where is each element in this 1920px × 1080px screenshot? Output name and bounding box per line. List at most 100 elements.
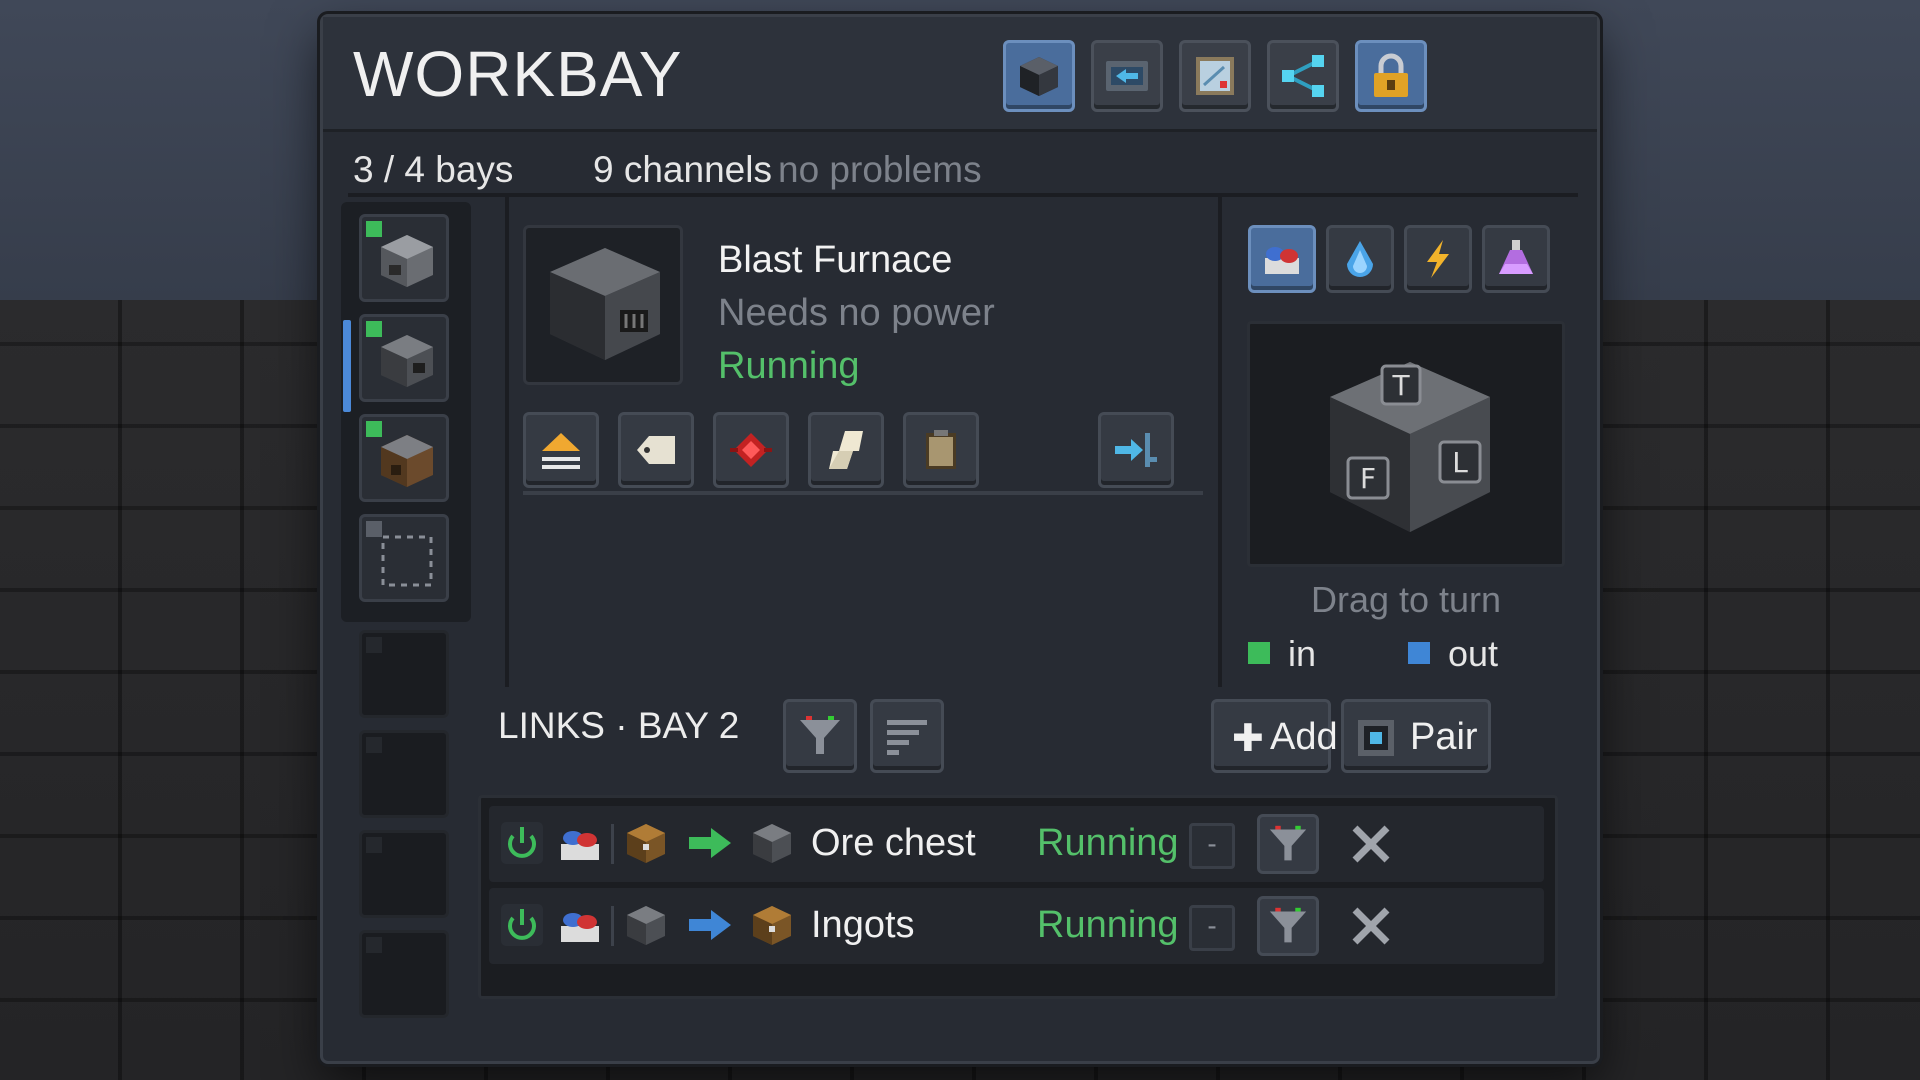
- clipboard-icon: [926, 430, 956, 469]
- legend-out-label: out: [1448, 633, 1499, 674]
- block-icon: [1020, 57, 1058, 96]
- machine-preview: [523, 225, 683, 385]
- link-row-2[interactable]: Ingots Running -: [489, 888, 1544, 964]
- items-icon: [561, 831, 599, 860]
- bay-slot-3[interactable]: [359, 414, 449, 502]
- power-icon[interactable]: [499, 902, 545, 948]
- face-label-left: L: [1452, 446, 1468, 479]
- export-button[interactable]: [1098, 412, 1174, 488]
- link-filter-button[interactable]: [1257, 896, 1319, 956]
- drag-hint: Drag to turn: [1310, 579, 1502, 620]
- bay-slot-6-locked: [359, 730, 449, 818]
- pair-icon: [1358, 720, 1394, 756]
- eject-icon: [542, 433, 580, 469]
- filter-icon: [1269, 825, 1307, 861]
- link-status: Running: [1037, 822, 1179, 864]
- header-divider: [348, 193, 1578, 197]
- label-icon: [637, 436, 675, 464]
- empty-slot-icon: [381, 535, 433, 587]
- export-icon: [1115, 433, 1157, 467]
- redstone-icon: [730, 433, 772, 467]
- lock-icon: [1374, 53, 1408, 97]
- items-tab[interactable]: [1248, 225, 1316, 293]
- blast-furnace-icon: [381, 335, 433, 387]
- blast-furnace-icon: [627, 906, 665, 945]
- selected-bay-indicator: [343, 320, 351, 412]
- links-title: LINKS · BAY 2: [498, 705, 740, 746]
- link-status: Running: [1037, 904, 1179, 946]
- plus-icon: ✚: [1232, 718, 1264, 760]
- machine-name: Blast Furnace: [718, 239, 953, 281]
- paper-icon: [829, 431, 863, 469]
- network-icon: [1282, 55, 1324, 97]
- lock-button[interactable]: [1355, 40, 1427, 112]
- machine-power: Needs no power: [718, 292, 995, 334]
- blast-furnace-icon: [753, 824, 791, 863]
- power-icon[interactable]: [499, 820, 545, 866]
- bay-status-dot: [366, 737, 382, 753]
- machine-view-button[interactable]: [1003, 40, 1075, 112]
- filter-icon: [800, 716, 840, 754]
- redstone-button[interactable]: [713, 412, 789, 488]
- recipe-view-button[interactable]: [1179, 40, 1251, 112]
- pair-button[interactable]: Pair: [1341, 699, 1491, 773]
- pair-label: Pair: [1410, 716, 1478, 758]
- sort-icon: [887, 720, 927, 755]
- paper-button[interactable]: [808, 412, 884, 488]
- tools-underline: [523, 491, 1203, 495]
- priority-minus-button[interactable]: -: [1189, 823, 1235, 869]
- add-link-button[interactable]: ✚ Add: [1211, 699, 1338, 773]
- face-label-top: T: [1391, 369, 1410, 402]
- network-view-button[interactable]: [1267, 40, 1339, 112]
- sides-divider: [1218, 197, 1222, 687]
- row-separator: [611, 906, 614, 946]
- label-button[interactable]: [618, 412, 694, 488]
- arrow-right-icon: [689, 910, 731, 940]
- clipboard-button[interactable]: [903, 412, 979, 488]
- bay-rail: [341, 202, 471, 1022]
- bay-status-dot: [366, 637, 382, 653]
- blueprint-icon: [1196, 57, 1234, 95]
- filter-button[interactable]: [783, 699, 857, 773]
- io-view-button[interactable]: [1091, 40, 1163, 112]
- bay-slot-8-locked: [359, 930, 449, 1018]
- legend-in: in: [1248, 633, 1316, 675]
- link-row-1[interactable]: Ore chest Running -: [489, 806, 1544, 882]
- add-label: Add: [1270, 716, 1338, 758]
- energy-icon: [1427, 240, 1449, 278]
- bay-slot-4-empty[interactable]: [359, 514, 449, 602]
- channels-count: 9 channels: [593, 149, 772, 190]
- bay-slot-7-locked: [359, 830, 449, 918]
- panel-title: WORKBAY: [353, 38, 683, 110]
- bay-status-dot: [366, 837, 382, 853]
- link-name: Ingots: [811, 904, 915, 946]
- fluid-icon: [1347, 241, 1373, 277]
- items-icon: [1265, 247, 1299, 274]
- out-swatch: [1408, 642, 1430, 665]
- potion-tab[interactable]: [1482, 225, 1550, 293]
- chest-icon: [627, 824, 665, 863]
- priority-minus-button[interactable]: -: [1189, 905, 1235, 951]
- items-icon: [561, 913, 599, 942]
- side-config-viewport[interactable]: T F L: [1247, 321, 1565, 567]
- panel-header: WORKBAY: [323, 17, 1597, 132]
- blast-furnace-icon: [550, 248, 660, 360]
- bay-slot-2[interactable]: [359, 314, 449, 402]
- link-filter-button[interactable]: [1257, 814, 1319, 874]
- problems-status: no problems: [778, 149, 982, 190]
- bay-slot-1[interactable]: [359, 214, 449, 302]
- eject-button[interactable]: [523, 412, 599, 488]
- row-separator: [611, 824, 614, 864]
- energy-tab[interactable]: [1404, 225, 1472, 293]
- bays-count: 3 / 4 bays: [353, 149, 514, 190]
- io-icon: [1106, 61, 1148, 91]
- rotatable-block-preview: T F L: [1330, 362, 1490, 532]
- fluid-tab[interactable]: [1326, 225, 1394, 293]
- machine-status: Running: [718, 345, 860, 387]
- remove-link-icon[interactable]: [1347, 902, 1395, 950]
- in-swatch: [1248, 642, 1270, 665]
- legend-out: out: [1408, 633, 1498, 675]
- link-name: Ore chest: [811, 822, 976, 864]
- remove-link-icon[interactable]: [1347, 820, 1395, 868]
- sort-button[interactable]: [870, 699, 944, 773]
